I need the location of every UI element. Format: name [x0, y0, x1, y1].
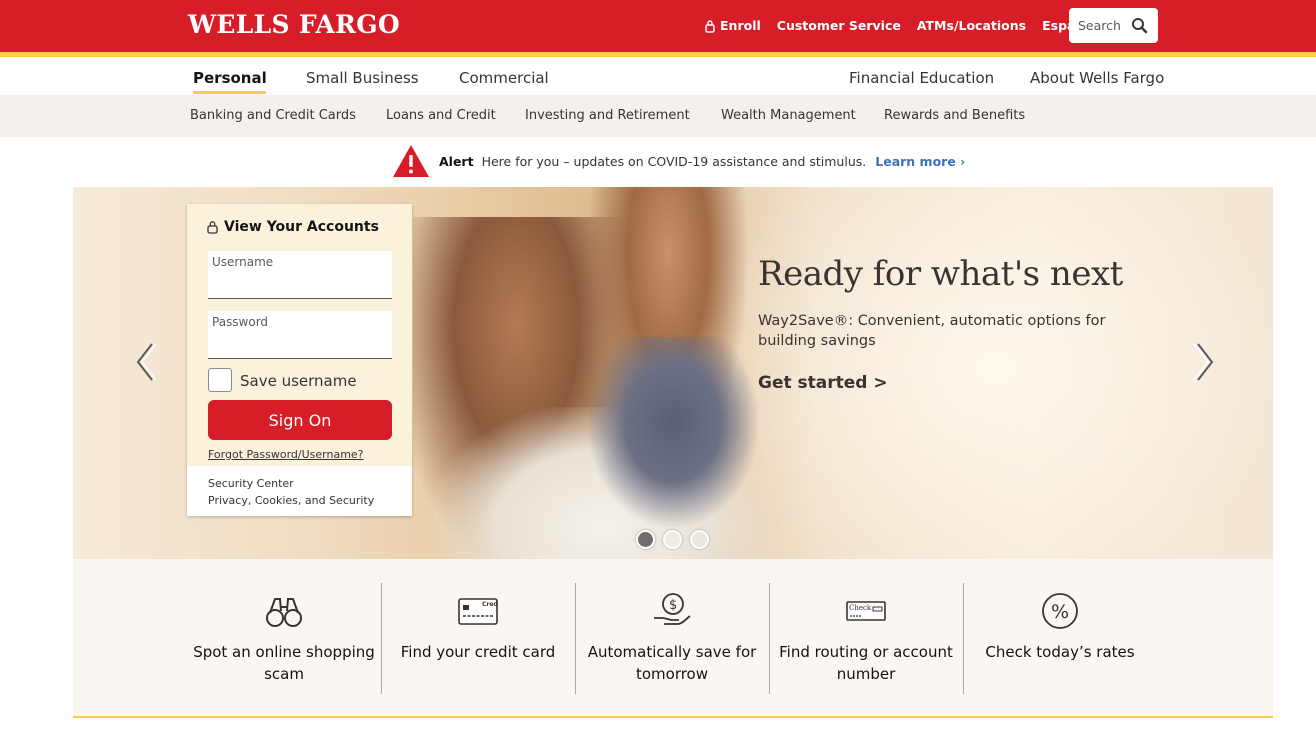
save-username-label[interactable]: Save username [240, 372, 357, 390]
carousel-prev-arrow[interactable] [133, 342, 157, 382]
save-username-checkbox[interactable] [208, 368, 232, 392]
nav-about-wells-fargo[interactable]: About Wells Fargo [1030, 69, 1164, 87]
nav-personal[interactable]: Personal [193, 69, 267, 87]
hero-title: Ready for what's next [758, 254, 1123, 294]
hero-photo-child-shirt [588, 337, 758, 527]
hand-coin-icon: $ [654, 593, 691, 625]
search-label: Search [1078, 18, 1121, 33]
enroll-label: Enroll [720, 18, 761, 33]
alert-text: Here for you – updates on COVID-19 assis… [481, 153, 867, 169]
forgot-password-link[interactable]: Forgot Password/Username? [208, 448, 364, 461]
feature-automatic-save[interactable]: $ Automatically save for tomorrow [575, 559, 769, 717]
privacy-security-link[interactable]: Privacy, Cookies, and Security [208, 494, 374, 507]
search-button[interactable]: Search [1069, 8, 1158, 43]
sign-on-heading: View Your Accounts [207, 219, 379, 235]
wells-fargo-logo[interactable]: WELLS FARGO [188, 10, 400, 39]
alert-learn-more-link[interactable]: Learn more › [875, 154, 965, 169]
password-input[interactable] [212, 333, 388, 355]
username-field[interactable]: Username [208, 251, 392, 299]
percent-icon: % [1042, 593, 1078, 629]
lock-icon [705, 19, 715, 33]
feature-find-credit-card[interactable]: Credit Find your credit card [381, 559, 575, 717]
footer-gold-line [73, 716, 1273, 718]
subnav-wealth-management[interactable]: Wealth Management [721, 108, 856, 123]
enroll-link[interactable]: Enroll [705, 18, 761, 33]
nav-financial-education[interactable]: Financial Education [849, 69, 994, 87]
chevron-right-icon: › [960, 153, 966, 169]
utility-links: Enroll Customer Service ATMs/Locations E… [705, 18, 1097, 33]
covid-alert: Alert Here for you – updates on COVID-19… [392, 144, 965, 178]
carousel-next-arrow[interactable] [1193, 342, 1217, 382]
username-label: Username [212, 255, 274, 269]
feature-label: Find your credit card [400, 643, 556, 661]
top-header: WELLS FARGO Enroll Customer Service ATMs… [0, 0, 1316, 52]
subnav-banking-credit-cards[interactable]: Banking and Credit Cards [190, 108, 356, 123]
nav-small-business[interactable]: Small Business [306, 69, 419, 87]
svg-text:$: $ [669, 598, 677, 613]
sign-on-heading-text: View Your Accounts [224, 219, 379, 235]
subnav-rewards-benefits[interactable]: Rewards and Benefits [884, 108, 1025, 123]
sub-nav: Banking and Credit Cards Loans and Credi… [0, 95, 1316, 137]
atms-locations-link[interactable]: ATMs/Locations [917, 18, 1026, 33]
feature-routing-number[interactable]: Check Find routing or account number [769, 559, 963, 717]
subnav-loans-credit[interactable]: Loans and Credit [386, 108, 496, 123]
nav-commercial[interactable]: Commercial [459, 69, 549, 87]
svg-text:Credit: Credit [482, 601, 498, 608]
feature-check-rates[interactable]: % Check today’s rates [963, 559, 1157, 717]
customer-service-link[interactable]: Customer Service [777, 18, 901, 33]
feature-label: Check today’s rates [985, 643, 1135, 661]
svg-text:%: % [1051, 601, 1069, 623]
svg-text:Check: Check [849, 604, 872, 612]
lock-icon [207, 221, 218, 234]
carousel-dot-1[interactable] [636, 530, 655, 549]
password-label: Password [212, 315, 269, 329]
password-field[interactable]: Password [208, 311, 392, 359]
carousel-dot-3[interactable] [690, 530, 709, 549]
alert-title: Alert [439, 153, 474, 169]
hero-subtitle: Way2Save®: Convenient, automatic options… [758, 313, 1106, 349]
security-center-link[interactable]: Security Center [208, 477, 294, 490]
get-started-link[interactable]: Get started > [758, 373, 888, 393]
sign-on-footer: Security Center Privacy, Cookies, and Se… [187, 466, 412, 516]
username-input[interactable] [212, 273, 388, 295]
warning-icon [393, 145, 429, 177]
carousel-dots [636, 530, 709, 549]
credit-card-icon: Credit [458, 598, 498, 625]
main-nav: Personal Small Business Commercial Finan… [0, 57, 1316, 95]
subnav-investing-retirement[interactable]: Investing and Retirement [525, 108, 690, 123]
carousel-dot-2[interactable] [663, 530, 682, 549]
sign-on-button[interactable]: Sign On [208, 400, 392, 440]
quick-links-row: Spot an online shopping scam Credit Find… [73, 559, 1273, 717]
check-icon: Check [846, 601, 886, 621]
feature-label: Find routing or account number [779, 643, 953, 683]
feature-label: Automatically save for tomorrow [587, 643, 757, 683]
feature-spot-scam[interactable]: Spot an online shopping scam [187, 559, 381, 717]
learn-more-label: Learn more [875, 153, 956, 169]
binoculars-icon [266, 598, 302, 627]
feature-label: Spot an online shopping scam [193, 643, 375, 683]
nav-active-indicator [193, 91, 266, 94]
sign-on-card: View Your Accounts Username Password Sav… [187, 204, 412, 516]
search-icon [1132, 18, 1148, 34]
